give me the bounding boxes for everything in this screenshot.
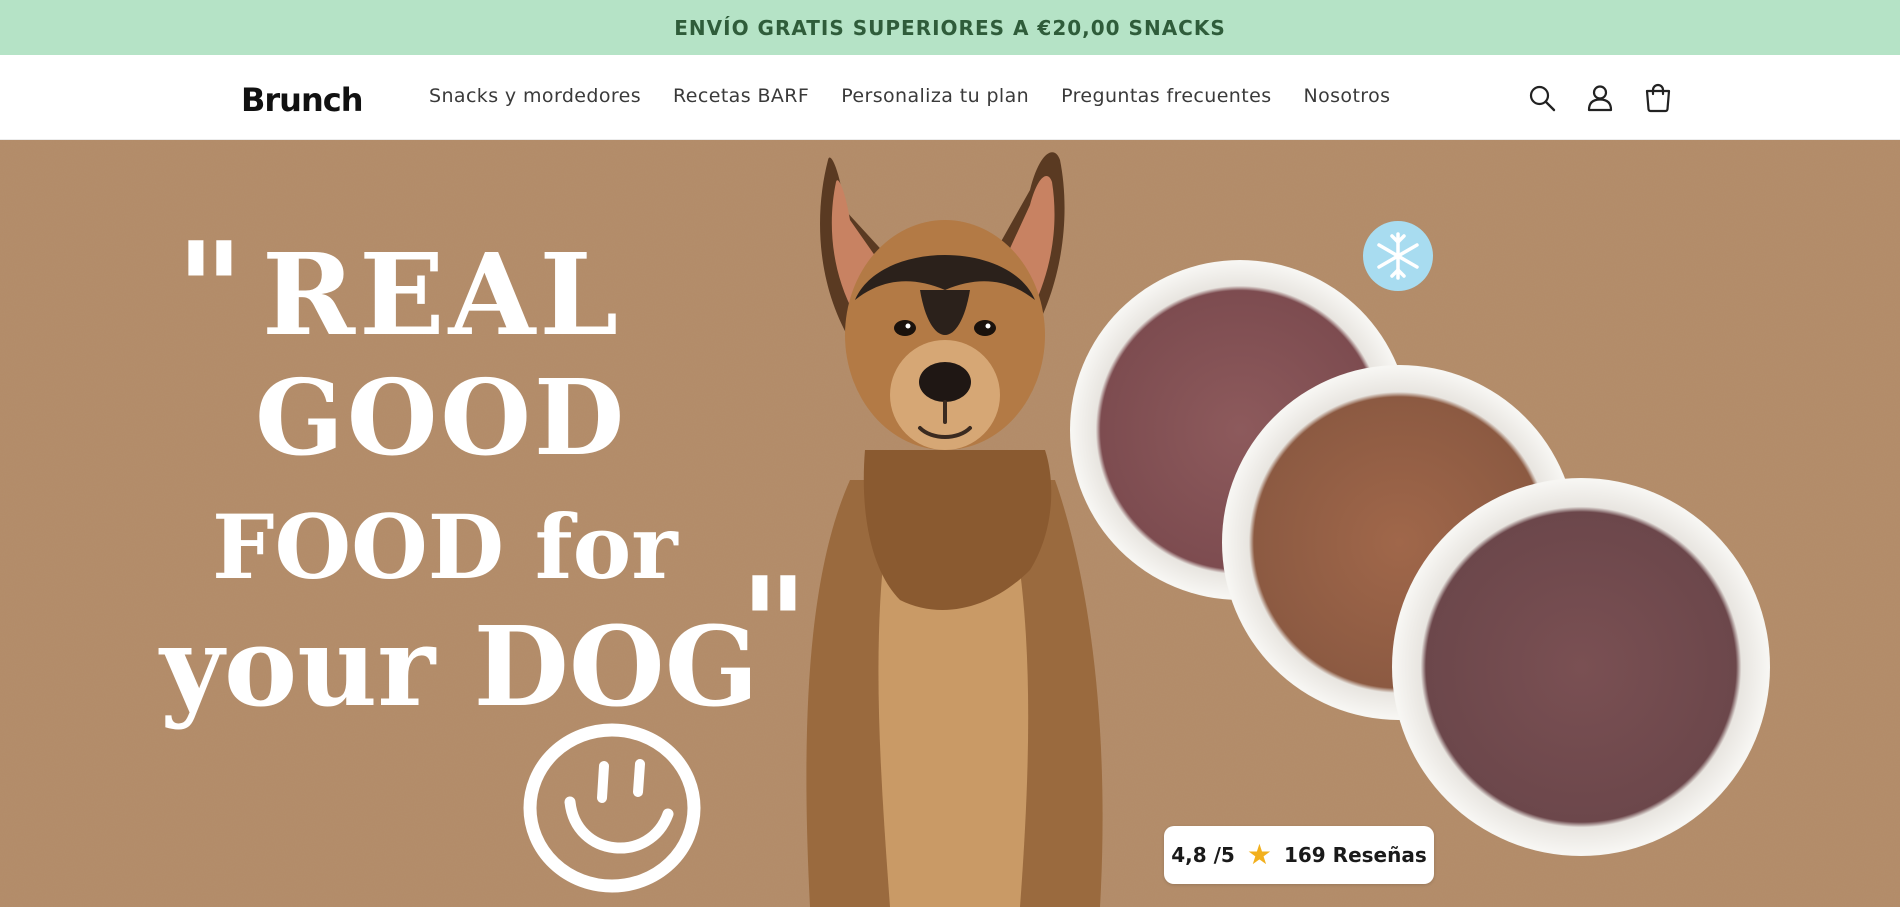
search-icon[interactable] bbox=[1527, 83, 1557, 113]
rating-badge[interactable]: 4,8 /5 ★ 169 Reseñas bbox=[1164, 826, 1434, 884]
site-header: Brunch Snacks y mordedores Recetas BARF … bbox=[0, 55, 1900, 140]
headline-open-quote: " bbox=[176, 213, 244, 366]
main-nav: Snacks y mordedores Recetas BARF Persona… bbox=[429, 85, 1390, 107]
announcement-bar: ENVÍO GRATIS SUPERIORES A €20,00 SNACKS bbox=[0, 0, 1900, 55]
nav-link-recetas-barf[interactable]: Recetas BARF bbox=[673, 85, 809, 107]
nav-link-snacks[interactable]: Snacks y mordedores bbox=[429, 85, 641, 107]
headline-line-your-dog: your DOG bbox=[160, 602, 759, 731]
announcement-text: ENVÍO GRATIS SUPERIORES A €20,00 SNACKS bbox=[674, 15, 1226, 40]
nav-link-nosotros[interactable]: Nosotros bbox=[1304, 85, 1391, 107]
headline-line-real: REAL bbox=[262, 230, 623, 361]
brand-logo[interactable]: Brunch bbox=[241, 81, 363, 119]
rating-reviews-count: 169 Reseñas bbox=[1283, 843, 1427, 867]
nav-link-personaliza-plan[interactable]: Personaliza tu plan bbox=[841, 85, 1029, 107]
hero-banner: " REAL GOOD FOOD for your DOG " 4,8 /5 ★… bbox=[0, 140, 1900, 907]
cart-icon[interactable] bbox=[1643, 83, 1673, 113]
headline-line-good: GOOD bbox=[255, 356, 628, 479]
headline-line-food-for: FOOD for bbox=[212, 495, 678, 599]
food-bowl-3 bbox=[1392, 478, 1770, 856]
smiley-face-icon bbox=[523, 723, 701, 893]
nav-link-faq[interactable]: Preguntas frecuentes bbox=[1061, 85, 1271, 107]
star-icon: ★ bbox=[1246, 838, 1272, 871]
dog-image bbox=[806, 152, 1103, 907]
rating-score: 4,8 /5 bbox=[1171, 843, 1235, 867]
account-icon[interactable] bbox=[1585, 83, 1615, 113]
snowflake-icon bbox=[1363, 221, 1433, 291]
